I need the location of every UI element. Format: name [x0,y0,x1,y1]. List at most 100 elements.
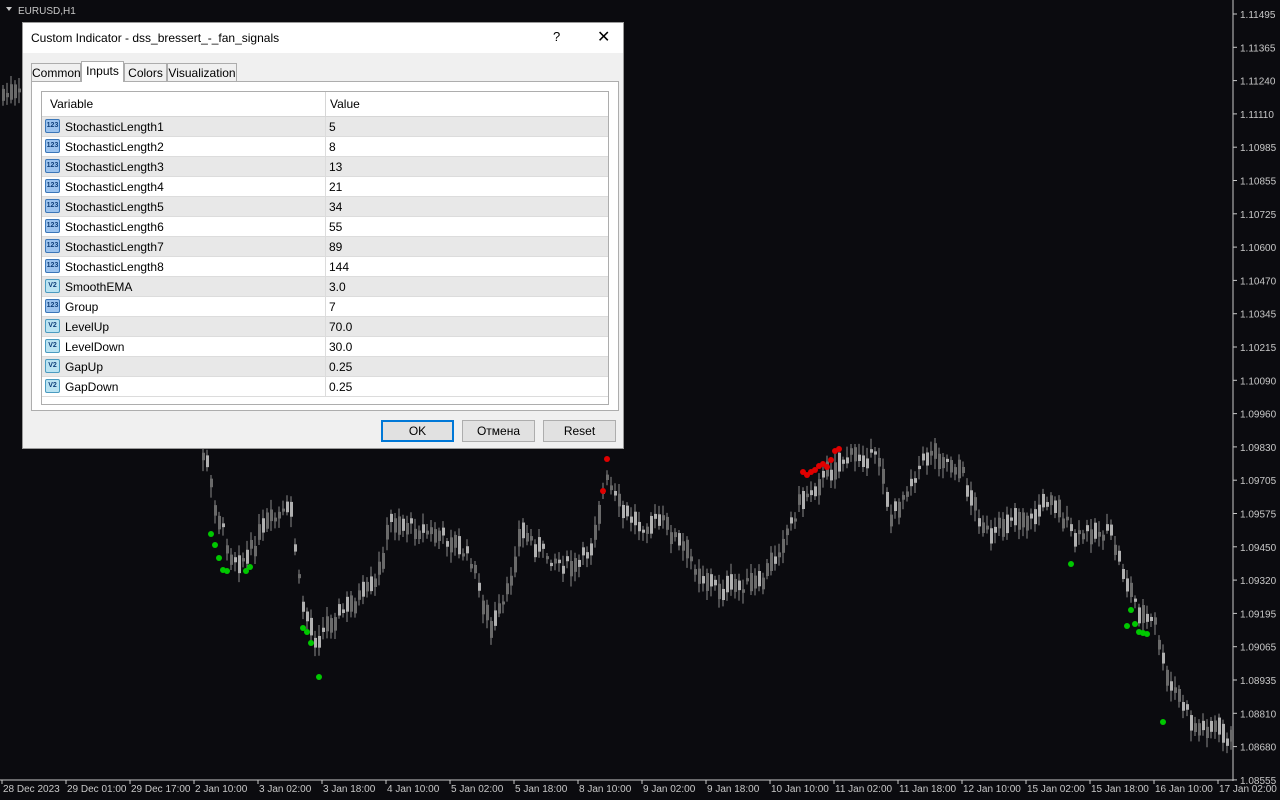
candle-body [774,556,777,564]
candle-body [1226,738,1229,746]
variable-value[interactable]: 13 [329,160,342,174]
candle-body [370,576,373,592]
time-tick-label: 5 Jan 02:00 [451,784,504,795]
candle-body [806,493,809,498]
price-tick-label: 1.10090 [1240,376,1277,387]
table-row[interactable]: 123 Group 7 [42,297,608,317]
candle-body [950,460,953,473]
table-row[interactable]: 123 StochasticLength1 5 [42,117,608,137]
variable-value[interactable]: 0.25 [329,380,352,394]
variable-value[interactable]: 21 [329,180,342,194]
table-row[interactable]: 123 StochasticLength2 8 [42,137,608,157]
variable-value[interactable]: 70.0 [329,320,352,334]
candle-body [634,511,637,526]
candle-body [1082,533,1085,540]
help-icon[interactable]: ? [553,29,560,44]
double-type-icon: V2 [45,319,60,333]
candle-body [454,534,457,548]
table-row[interactable]: 123 StochasticLength7 89 [42,237,608,257]
table-row[interactable]: V2 LevelDown 30.0 [42,337,608,357]
double-type-icon: V2 [45,279,60,293]
candle-body [574,558,577,572]
candle-body [286,501,289,513]
table-row[interactable]: 123 StochasticLength8 144 [42,257,608,277]
variable-value[interactable]: 7 [329,300,336,314]
reset-button[interactable]: Reset [543,420,616,442]
variable-name: Group [65,300,99,314]
integer-type-icon: 123 [45,199,60,213]
price-tick-label: 1.10215 [1240,343,1277,354]
tab-visualization[interactable]: Visualization [167,63,237,81]
column-header-variable[interactable]: Variable [50,97,93,111]
variable-value[interactable]: 8 [329,140,336,154]
candle-body [1210,720,1213,732]
candle-body [482,600,485,615]
table-row[interactable]: V2 SmoothEMA 3.0 [42,277,608,297]
candle-body [718,583,721,600]
buy-signal-dot [1132,621,1138,627]
candle-body [386,524,389,540]
candle-body [510,575,513,586]
table-row[interactable]: 123 StochasticLength4 21 [42,177,608,197]
time-tick-label: 17 Jan 02:00 [1219,784,1277,795]
column-header-value[interactable]: Value [330,97,360,111]
variable-value[interactable]: 5 [329,120,336,134]
table-row[interactable]: 123 StochasticLength6 55 [42,217,608,237]
variable-value[interactable]: 30.0 [329,340,352,354]
tab-common[interactable]: Common [31,63,81,81]
variable-value[interactable]: 144 [329,260,349,274]
tab-colors[interactable]: Colors [124,63,167,81]
variable-name: StochasticLength7 [65,240,164,254]
candle-body [466,546,469,554]
candle-body [862,455,865,468]
candle-body [430,527,433,535]
double-type-icon: V2 [45,339,60,353]
candle-body [1098,531,1101,537]
candle-body [1026,515,1029,531]
variable-name: StochasticLength2 [65,140,164,154]
table-row[interactable]: 123 StochasticLength3 13 [42,157,608,177]
ok-button[interactable]: OK [381,420,454,442]
table-row[interactable]: V2 GapUp 0.25 [42,357,608,377]
inputs-panel: Variable Value 123 StochasticLength1 5 123 S… [31,81,619,411]
tab-inputs[interactable]: Inputs [81,61,124,82]
variable-value[interactable]: 55 [329,220,342,234]
price-tick-label: 1.10470 [1240,276,1277,287]
buy-signal-dot [1068,561,1074,567]
table-row[interactable]: 123 StochasticLength5 34 [42,197,608,217]
candle-body [282,508,285,512]
time-tick-label: 28 Dec 2023 [3,784,60,795]
candle-body [310,617,313,636]
candle-body [450,537,453,553]
candle-body [374,578,377,587]
close-icon[interactable]: ✕ [597,27,610,47]
table-row[interactable]: V2 LevelUp 70.0 [42,317,608,337]
candle-body [1146,613,1149,622]
candle-body [486,604,489,621]
candle-body [1018,512,1021,530]
dialog-title-bar[interactable]: Custom Indicator - dss_bressert_-_fan_si… [23,23,623,53]
cancel-button[interactable]: Отмена [462,420,535,442]
variable-name: LevelUp [65,320,110,334]
variable-value[interactable]: 3.0 [329,280,346,294]
candle-body [734,578,737,592]
buy-signal-dot [304,629,310,635]
variable-value[interactable]: 89 [329,240,342,254]
integer-type-icon: 123 [45,119,60,133]
variable-name: GapUp [65,360,104,374]
table-row[interactable]: V2 GapDown 0.25 [42,377,608,397]
candle-body [206,455,209,468]
candle-body [978,518,981,527]
time-tick-label: 5 Jan 18:00 [515,784,568,795]
price-tick-label: 1.09575 [1240,510,1277,521]
variable-value[interactable]: 0.25 [329,360,352,374]
candle-body [1058,499,1061,518]
candle-body [1170,681,1173,691]
candle-body [442,527,445,536]
time-tick-label: 10 Jan 10:00 [771,784,829,795]
candle-body [830,469,833,481]
candle-body [662,515,665,521]
candle-body [394,518,397,533]
sell-signal-dot [828,457,834,463]
variable-value[interactable]: 34 [329,200,342,214]
